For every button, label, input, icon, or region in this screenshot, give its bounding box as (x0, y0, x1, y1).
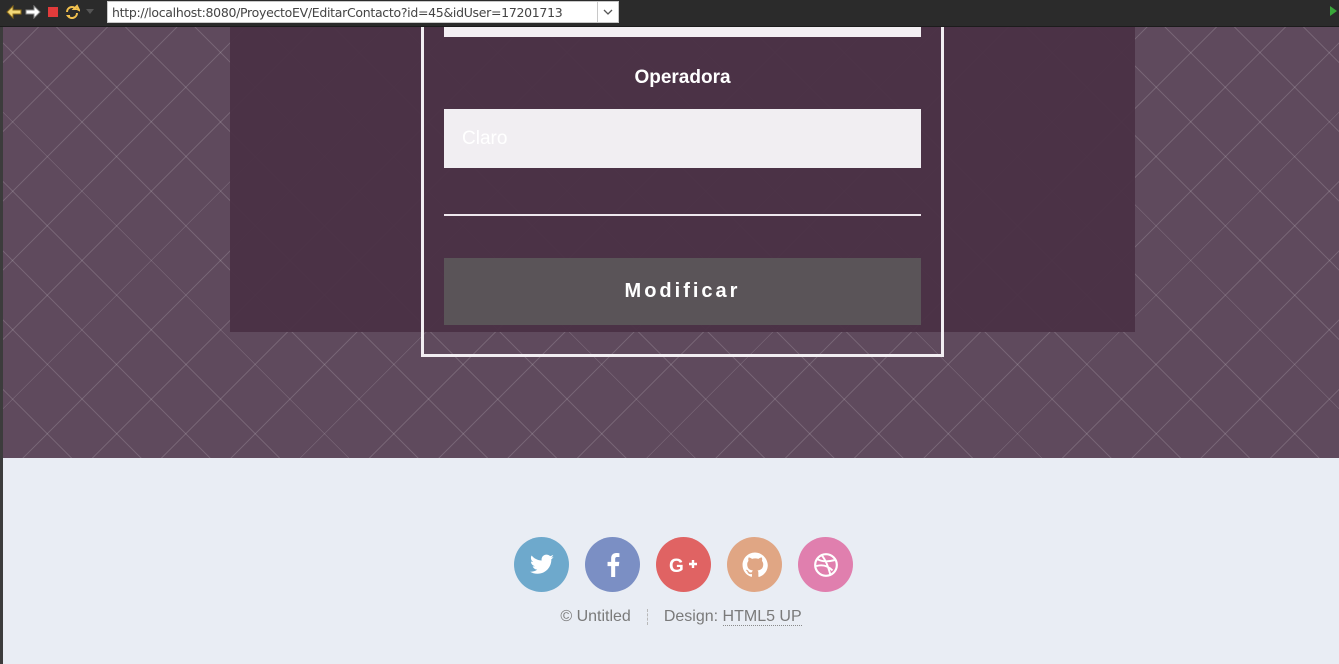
modificar-button[interactable]: Modificar (444, 258, 921, 325)
svg-text:G: G (669, 556, 684, 575)
google-plus-icon[interactable]: G (656, 537, 711, 592)
url-text[interactable]: http://localhost:8080/ProyectoEV/EditarC… (108, 5, 597, 20)
hero-banner: Operadora Modificar (3, 27, 1339, 458)
page-footer: G © Untitled Design: HTML5 UP (3, 458, 1339, 664)
refresh-icon[interactable] (64, 4, 80, 20)
copyright-line: © Untitled Design: HTML5 UP (3, 608, 1339, 626)
footer-separator (646, 608, 648, 625)
go-icon[interactable] (1330, 6, 1337, 16)
browser-toolbar: http://localhost:8080/ProyectoEV/EditarC… (0, 0, 1339, 27)
operadora-input[interactable] (444, 109, 921, 168)
github-icon[interactable] (727, 537, 782, 592)
copyright-text: © Untitled (560, 608, 631, 625)
stop-icon[interactable] (45, 4, 61, 20)
url-dropdown-icon[interactable] (597, 2, 618, 22)
address-bar[interactable]: http://localhost:8080/ProyectoEV/EditarC… (107, 1, 619, 23)
operadora-label: Operadora (634, 67, 731, 88)
form-divider (444, 214, 921, 216)
social-icons: G (514, 537, 853, 592)
history-dropdown-icon[interactable] (84, 4, 96, 20)
previous-field-input[interactable] (444, 27, 921, 37)
twitter-icon[interactable] (514, 537, 569, 592)
design-label: Design: (663, 608, 719, 625)
forward-arrow-icon[interactable] (25, 4, 41, 20)
dribbble-icon[interactable] (798, 537, 853, 592)
facebook-icon[interactable] (585, 537, 640, 592)
back-arrow-icon[interactable] (6, 4, 22, 20)
html5up-link[interactable]: HTML5 UP (722, 608, 802, 626)
